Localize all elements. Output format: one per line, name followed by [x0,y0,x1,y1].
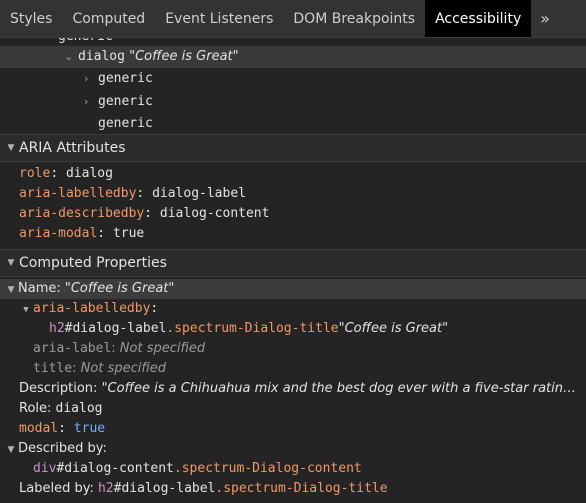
property-source-name: aria-label [33,341,112,356]
collapse-triangle-icon[interactable]: ▼ [19,300,33,320]
aria-attribute-row: aria-modal: true [19,226,145,241]
aria-attribute-row: role: dialog [19,166,113,181]
attribute-name: aria-describedby [19,206,145,221]
attribute-value[interactable]: true [113,226,144,241]
attribute-value[interactable]: dialog-content [160,206,270,221]
aria-attribute-row: aria-labelledby: dialog-label [19,186,246,201]
description-row: Description: "Coffee is a Chihuahua mix … [19,379,579,399]
modal-row: modal: true [19,421,106,436]
property-name: modal [19,421,59,436]
attribute-value[interactable]: dialog [66,166,113,181]
computed-name-row[interactable]: ▼ Name: "Coffee is Great" [4,279,175,300]
property-value: Not specified [80,361,166,376]
tree-node[interactable]: › generic [84,68,153,90]
computed-properties-header[interactable]: ▼ Computed Properties [0,249,586,277]
accessibility-tree: generic ⌄dialog "Coffee is Great" ›gener… [0,38,586,133]
tab-styles[interactable]: Styles [0,0,62,37]
collapse-triangle-icon[interactable]: ▼ [4,440,18,460]
aria-label-row: aria-label: Not specified [33,341,206,356]
labeled-by-row[interactable]: Labeled by: h2#dialog-label.spectrum-Dia… [19,479,388,499]
property-value: true [73,421,106,436]
attribute-value[interactable]: dialog-label [152,186,246,201]
collapse-triangle-icon[interactable]: ▼ [4,280,18,300]
tab-accessibility[interactable]: Accessibility [425,0,532,37]
property-label: Name: [18,281,65,296]
node-class: .spectrum-Dialog-title [166,321,339,336]
tree-node-role: generic [98,94,153,109]
property-label: Described by: [18,441,107,456]
attribute-name: aria-modal [19,226,98,241]
node-id: #dialog-label [64,321,167,336]
labelledby-node-ref[interactable]: h2#dialog-label.spectrum-Dialog-title"Co… [49,319,448,339]
property-label: Role: [19,401,56,416]
node-id: #dialog-label [113,481,216,496]
attribute-name: role [19,166,51,181]
sidebar-tab-bar: Styles Computed Event Listeners DOM Brea… [0,0,586,38]
property-value: "Coffee is a Chihuahua mix and the best … [101,381,576,396]
tree-node-role: generic [98,71,153,86]
node-tag: h2 [97,481,114,496]
tree-node[interactable]: › generic [84,91,153,113]
node-text: "Coffee is Great" [338,321,449,336]
title-row: title: Not specified [33,361,166,376]
tree-node-role: dialog [78,49,125,64]
node-id: #dialog-content [56,461,174,476]
role-row: Role: dialog [19,399,103,419]
expand-arrow-icon[interactable]: ⌄ [64,46,78,68]
labelledby-row[interactable]: ▼ aria-labelledby: [19,299,158,319]
described-by-row[interactable]: ▼ Described by: [4,439,107,459]
tab-event-listeners[interactable]: Event Listeners [155,0,283,37]
property-value: "Coffee is Great" [64,281,175,296]
aria-attribute-row: aria-describedby: dialog-content [19,206,270,221]
property-source-name: title [33,361,73,376]
property-value: dialog [55,401,103,416]
described-by-node-ref[interactable]: div#dialog-content.spectrum-Dialog-conte… [33,459,362,479]
node-tag: h2 [49,321,65,336]
node-class: .spectrum-Dialog-content [173,461,362,476]
section-title: Computed Properties [19,255,167,271]
property-source-name: aria-labelledby [33,301,151,316]
tab-computed[interactable]: Computed [62,0,155,37]
tab-dom-breakpoints[interactable]: DOM Breakpoints [283,0,425,37]
tree-node-role: generic [98,116,153,131]
collapse-triangle-icon: ▼ [7,258,15,268]
collapsed-arrow-icon[interactable]: › [84,68,98,90]
node-tag: div [33,461,57,476]
attribute-name: aria-labelledby [19,186,137,201]
aria-attributes-header[interactable]: ▼ ARIA Attributes [0,134,586,162]
tree-node-name: "Coffee is Great" [129,49,239,64]
collapse-triangle-icon: ▼ [7,143,15,153]
property-value: Not specified [119,341,206,356]
collapsed-arrow-icon[interactable]: › [84,91,98,113]
property-label: Labeled by: [19,481,98,496]
property-label: Description: [19,381,102,396]
tree-node[interactable]: generic [98,113,153,133]
section-title: ARIA Attributes [19,140,126,156]
tree-node-selected[interactable]: ⌄ dialog "Coffee is Great" [0,46,586,68]
more-tabs-chevron-icon[interactable]: » [531,0,559,37]
node-class: .spectrum-Dialog-title [215,481,388,496]
tree-node-role: generic [58,38,113,44]
